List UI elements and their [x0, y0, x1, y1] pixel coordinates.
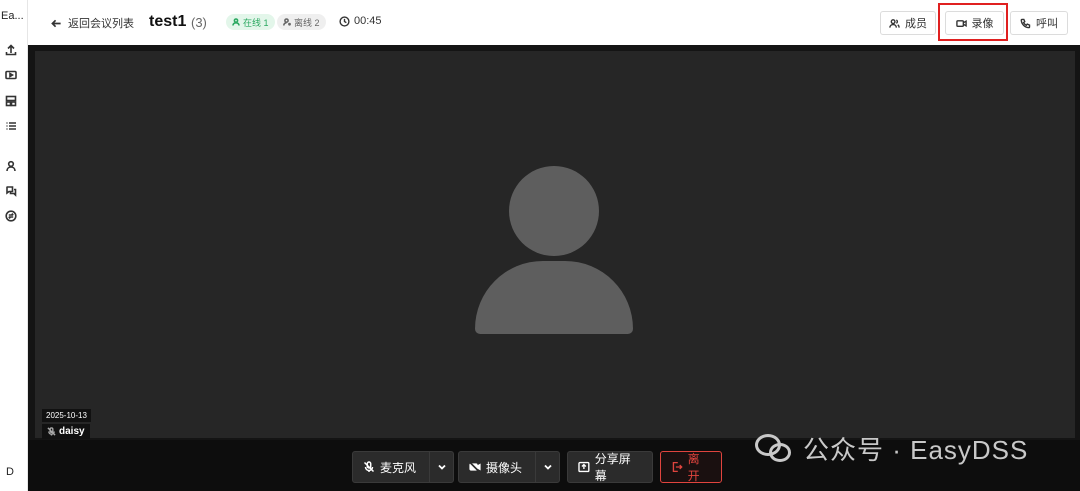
chevron-down-icon	[543, 464, 552, 470]
meeting-header: 返回会议列表 test1 (3) 在线 1 离线 2 00:45 成员 录像 呼…	[28, 0, 1080, 45]
wechat-watermark: 公众号 · EasyDSS	[755, 430, 1028, 467]
avatar-placeholder-icon	[475, 166, 633, 334]
layout-icon[interactable]	[4, 94, 18, 108]
camera-button[interactable]: 摄像头	[459, 452, 532, 482]
participant-video[interactable]: 2025-10-13 daisy	[35, 51, 1075, 439]
share-screen-icon	[578, 461, 590, 473]
phone-icon	[1020, 18, 1031, 28]
arrow-left-icon	[51, 19, 61, 27]
leave-label: 离开	[687, 452, 700, 483]
members-label: 成员	[905, 18, 927, 30]
exit-icon	[672, 461, 683, 473]
microphone-button[interactable]: 麦克风	[353, 452, 426, 482]
online-label: 在线 1	[243, 17, 269, 28]
user-icon[interactable]	[4, 159, 18, 173]
camera-control: 摄像头	[458, 451, 560, 483]
brand-logo[interactable]: Ea...	[0, 10, 28, 22]
offline-label: 离线 2	[294, 17, 320, 28]
call-label: 呼叫	[1036, 18, 1058, 30]
camera-options-button[interactable]	[535, 452, 559, 482]
participant-name-tag: daisy	[42, 424, 90, 439]
leave-button[interactable]: 离开	[660, 451, 722, 483]
clock-icon	[339, 15, 350, 27]
watermark-text: 公众号 · EasyDSS	[803, 435, 1029, 465]
wechat-logo-icon	[755, 433, 793, 464]
share-screen-button[interactable]: 分享屏幕	[567, 451, 653, 483]
participant-count: (3)	[191, 15, 207, 30]
mic-muted-icon	[363, 461, 375, 473]
participant-name: daisy	[59, 426, 85, 437]
video-stage: 2025-10-13 daisy	[28, 45, 1080, 440]
call-button[interactable]: 呼叫	[1010, 11, 1068, 35]
offline-badge: 离线 2	[277, 14, 326, 30]
upload-icon[interactable]	[4, 43, 18, 57]
chat-icon[interactable]	[4, 184, 18, 198]
meeting-title: test1	[149, 13, 187, 30]
online-badge: 在线 1	[226, 14, 275, 30]
microphone-control: 麦克风	[352, 451, 454, 483]
share-screen-label: 分享屏幕	[594, 452, 631, 483]
microphone-label: 麦克风	[380, 460, 417, 475]
timer-value: 00:45	[354, 15, 382, 27]
list-icon[interactable]	[4, 119, 18, 133]
user-off-icon	[283, 18, 291, 26]
left-sidebar: Ea... D	[0, 0, 28, 491]
back-label: 返回会议列表	[68, 18, 134, 30]
video-date: 2025-10-13	[42, 409, 91, 422]
record-highlight-box	[938, 3, 1008, 41]
video-icon[interactable]	[4, 68, 18, 82]
camera-label: 摄像头	[486, 460, 523, 475]
back-to-list-link[interactable]: 返回会议列表	[51, 15, 134, 31]
user-icon	[232, 18, 240, 26]
mic-muted-icon	[47, 427, 56, 436]
swap-icon[interactable]	[4, 209, 18, 223]
user-avatar[interactable]: D	[6, 466, 14, 478]
members-button[interactable]: 成员	[880, 11, 936, 35]
chevron-down-icon	[437, 464, 446, 470]
microphone-options-button[interactable]	[429, 452, 453, 482]
camera-off-icon	[469, 461, 481, 473]
meeting-timer: 00:45	[339, 15, 382, 27]
users-icon	[889, 18, 900, 28]
